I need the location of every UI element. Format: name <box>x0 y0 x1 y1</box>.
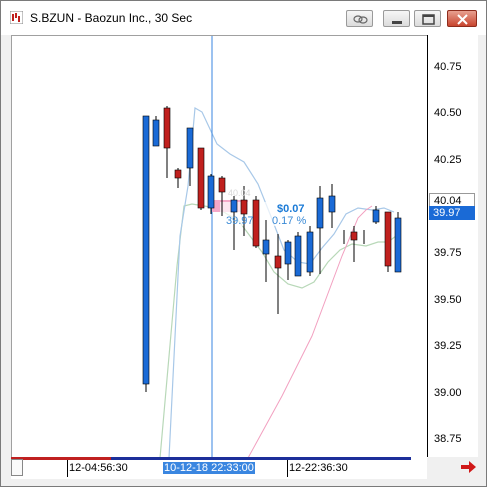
last-price-tag: 40.04 <box>429 193 475 207</box>
candle <box>262 239 270 255</box>
price-tick: 38.75 <box>434 433 462 445</box>
candle <box>384 211 392 267</box>
chart-plot-area[interactable]: 40.04 $0.07 39.97 0.17 % <box>11 35 428 459</box>
price-tick: 40.50 <box>434 107 462 119</box>
measure-percent-label: 0.17 % <box>272 215 306 227</box>
candle <box>306 231 314 273</box>
window-title: S.BZUN - Baozun Inc., 30 Sec <box>30 11 193 25</box>
price-tick: 40.25 <box>434 154 462 166</box>
time-range-bar-blue <box>111 457 411 460</box>
measure-price-label: 39.97 <box>226 215 254 227</box>
candle <box>240 199 248 215</box>
candle <box>152 119 160 147</box>
candle <box>230 199 238 213</box>
candle <box>372 209 380 223</box>
candle <box>197 147 205 209</box>
price-tick: 39.00 <box>434 387 462 399</box>
candle <box>274 255 282 269</box>
time-range-bar-red <box>11 457 111 460</box>
candle <box>350 231 358 241</box>
time-label-selected: 10-12-18 22:33:00 <box>163 462 255 474</box>
time-label: 12-22:36:30 <box>289 462 348 474</box>
maximize-icon <box>422 14 435 25</box>
title-bar[interactable]: S.BZUN - Baozun Inc., 30 Sec <box>1 1 486 35</box>
candle <box>294 235 302 277</box>
time-tick <box>287 460 288 477</box>
candle <box>142 115 150 385</box>
candle <box>207 175 215 209</box>
time-tick <box>67 460 68 477</box>
arrow-right-icon[interactable] <box>461 461 477 473</box>
scroll-thumb[interactable] <box>11 459 23 476</box>
price-tick: 39.25 <box>434 340 462 352</box>
minimize-button[interactable] <box>383 10 410 27</box>
minimize-icon <box>392 21 402 24</box>
candle <box>252 199 260 247</box>
candle <box>328 195 336 213</box>
candle-wicks <box>145 106 399 392</box>
time-label: 12-04:56:30 <box>69 462 128 474</box>
candle <box>163 107 171 149</box>
price-axis[interactable]: 40.75 40.50 40.25 40.04 39.97 39.75 39.5… <box>427 35 478 457</box>
close-icon <box>457 14 468 25</box>
chart-app-icon <box>10 11 23 24</box>
candle <box>394 217 402 273</box>
close-button[interactable] <box>447 10 477 27</box>
maximize-button[interactable] <box>414 10 441 27</box>
chart-window: S.BZUN - Baozun Inc., 30 Sec 40.04 $0.07… <box>0 0 487 487</box>
link-button[interactable] <box>346 10 373 27</box>
candle <box>186 127 194 169</box>
price-tick: 39.50 <box>434 294 462 306</box>
candle <box>284 241 292 265</box>
measure-change-label: $0.07 <box>277 203 305 215</box>
measure-start-label: 40.04 <box>228 188 251 198</box>
candle <box>174 169 182 179</box>
candle <box>316 197 324 229</box>
candlestick-chart[interactable]: 40.04 $0.07 39.97 0.17 % <box>12 36 428 459</box>
current-price-tag: 39.97 <box>429 206 475 220</box>
link-icon <box>353 15 368 24</box>
price-tick: 39.75 <box>434 247 462 259</box>
price-tick: 40.75 <box>434 61 462 73</box>
candle <box>218 177 226 193</box>
